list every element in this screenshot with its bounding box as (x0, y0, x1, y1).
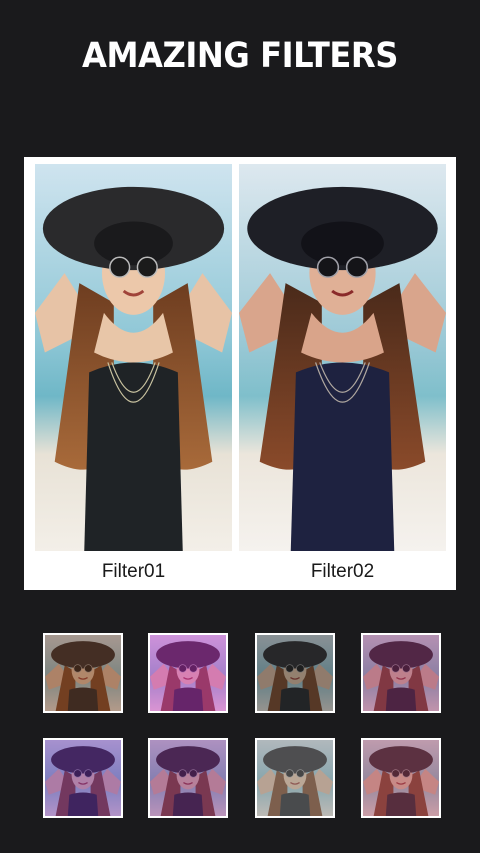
filter-thumbnail-black-white[interactable] (255, 738, 335, 818)
photo-filter02 (239, 164, 446, 551)
filter-thumbnail-purple-pink[interactable] (148, 738, 228, 818)
filter-thumbnail-sepia-warm[interactable] (43, 633, 123, 713)
filter-thumbnail-violet[interactable] (43, 738, 123, 818)
filter-thumbnail-magenta[interactable] (148, 633, 228, 713)
headline: AMAZING FILTERS (81, 36, 399, 76)
photo-filter01 (35, 164, 232, 551)
filter-thumbnail-dark-contrast[interactable] (255, 633, 335, 713)
filter-thumbnail-rose[interactable] (361, 738, 441, 818)
caption-filter02: Filter02 (310, 561, 375, 582)
filter-comparison-card: Filter01 Filter02 (24, 157, 456, 590)
caption-filter01: Filter01 (101, 561, 166, 582)
filter-thumbnail-plum[interactable] (361, 633, 441, 713)
